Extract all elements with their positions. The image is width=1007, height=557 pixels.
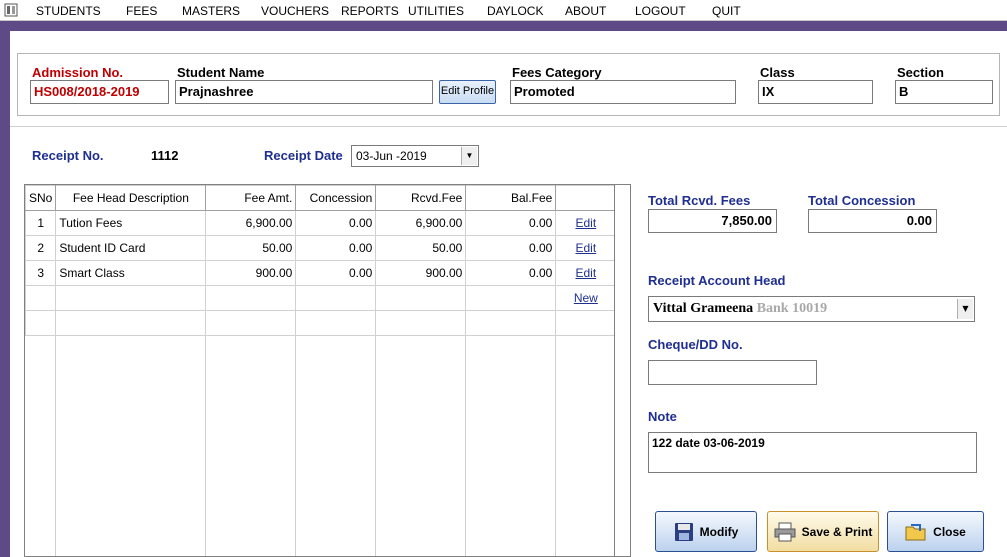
row-fee-amount: 50.00 (205, 235, 297, 261)
edit-row-link[interactable]: Edit (576, 266, 597, 280)
section-field[interactable]: B (895, 80, 993, 104)
row-description: Student ID Card (55, 235, 207, 261)
col-sno: SNo (25, 185, 57, 211)
menu-about[interactable]: ABOUT (565, 4, 606, 18)
modify-button-label: Modify (699, 524, 739, 539)
col-balance-fee: Bal.Fee (465, 185, 557, 211)
total-received-value: 7,850.00 (648, 209, 777, 233)
row-received-fee: 6,900.00 (375, 210, 467, 236)
fees-table: SNo Fee Head Description Fee Amt. Conces… (25, 185, 617, 336)
chevron-down-icon[interactable]: ▼ (461, 147, 477, 165)
close-button[interactable]: Close (887, 511, 984, 552)
menu-students[interactable]: STUDENTS (36, 4, 101, 18)
table-row: 2 Student ID Card 50.00 0.00 50.00 0.00 … (25, 235, 617, 261)
save-print-button[interactable]: Save & Print (767, 511, 879, 552)
row-description: Smart Class (55, 260, 207, 286)
menu-bar: STUDENTS FEES MASTERS VOUCHERS REPORTS U… (0, 0, 1007, 21)
floppy-disk-icon (674, 522, 693, 541)
table-row-empty (25, 310, 617, 336)
grid-scrollbar[interactable] (614, 185, 630, 556)
printer-icon (774, 522, 796, 541)
menu-masters[interactable]: MASTERS (182, 4, 240, 18)
total-concession-label: Total Concession (808, 193, 916, 208)
col-received-fee: Rcvd.Fee (375, 185, 467, 211)
menu-quit[interactable]: QUIT (712, 4, 741, 18)
class-label: Class (760, 65, 795, 80)
receipt-date-label: Receipt Date (264, 148, 343, 163)
table-row-new: New (25, 285, 617, 311)
menu-logout[interactable]: LOGOUT (635, 4, 686, 18)
receipt-date-value: 03-Jun -2019 (356, 149, 427, 163)
app-icon[interactable] (4, 3, 18, 17)
note-textarea[interactable]: 122 date 03-06-2019 (648, 432, 977, 473)
row-sno: 3 (25, 260, 57, 286)
row-concession: 0.00 (295, 235, 377, 261)
edit-row-link[interactable]: Edit (576, 216, 597, 230)
row-sno: 1 (25, 210, 57, 236)
col-action (555, 185, 617, 211)
menu-fees[interactable]: FEES (126, 4, 157, 18)
edit-profile-button[interactable]: Edit Profile (439, 80, 496, 104)
menu-utilities[interactable]: UTILITIES (408, 4, 464, 18)
total-concession-value: 0.00 (808, 209, 937, 233)
account-head-value: Vittal Grameena (653, 301, 754, 316)
row-balance-fee: 0.00 (465, 210, 557, 236)
row-fee-amount: 6,900.00 (205, 210, 297, 236)
menu-vouchers[interactable]: VOUCHERS (261, 4, 329, 18)
edit-row-link[interactable]: Edit (576, 241, 597, 255)
folder-icon (905, 523, 926, 540)
row-concession: 0.00 (295, 210, 377, 236)
menu-reports[interactable]: REPORTS (341, 4, 399, 18)
row-fee-amount: 900.00 (205, 260, 297, 286)
row-concession: 0.00 (295, 260, 377, 286)
col-fee-amount: Fee Amt. (205, 185, 297, 211)
section-label: Section (897, 65, 944, 80)
table-row: 1 Tution Fees 6,900.00 0.00 6,900.00 0.0… (25, 210, 617, 236)
row-description: Tution Fees (55, 210, 207, 236)
student-name-field[interactable]: Prajnashree (175, 80, 433, 104)
row-received-fee: 900.00 (375, 260, 467, 286)
save-print-button-label: Save & Print (801, 524, 873, 539)
receipt-no-label: Receipt No. (32, 148, 104, 163)
fees-category-field[interactable]: Promoted (510, 80, 736, 104)
close-button-label: Close (933, 524, 966, 539)
cheque-input[interactable] (648, 360, 817, 385)
account-head-label: Receipt Account Head (648, 273, 786, 288)
col-description: Fee Head Description (55, 185, 207, 211)
fees-grid: SNo Fee Head Description Fee Amt. Conces… (24, 184, 631, 557)
row-sno: 2 (25, 235, 57, 261)
note-label: Note (648, 409, 677, 424)
table-row: 3 Smart Class 900.00 0.00 900.00 0.00 Ed… (25, 260, 617, 286)
cheque-label: Cheque/DD No. (648, 337, 743, 352)
admission-label: Admission No. (32, 65, 124, 80)
window-frame-left (0, 31, 10, 557)
row-balance-fee: 0.00 (465, 235, 557, 261)
row-balance-fee: 0.00 (465, 260, 557, 286)
col-concession: Concession (295, 185, 377, 211)
account-head-value-faded: Bank 10019 (756, 301, 828, 316)
window-frame-top (0, 21, 1007, 31)
menu-daylock[interactable]: DAYLOCK (487, 4, 543, 18)
fees-category-label: Fees Category (512, 65, 602, 80)
account-head-select[interactable]: Vittal Grameena Bank 10019 ▼ (648, 296, 975, 322)
admission-field[interactable]: HS008/2018-2019 (30, 80, 169, 104)
total-received-label: Total Rcvd. Fees (648, 193, 751, 208)
row-received-fee: 50.00 (375, 235, 467, 261)
table-header-row: SNo Fee Head Description Fee Amt. Conces… (25, 185, 617, 211)
new-row-link[interactable]: New (574, 291, 598, 305)
receipt-no-value: 1112 (151, 148, 179, 163)
chevron-down-icon[interactable]: ▼ (957, 299, 973, 319)
student-name-label: Student Name (177, 65, 265, 80)
modify-button[interactable]: Modify (655, 511, 757, 552)
receipt-date-picker[interactable]: 03-Jun -2019 ▼ (351, 145, 479, 167)
class-field[interactable]: IX (758, 80, 873, 104)
